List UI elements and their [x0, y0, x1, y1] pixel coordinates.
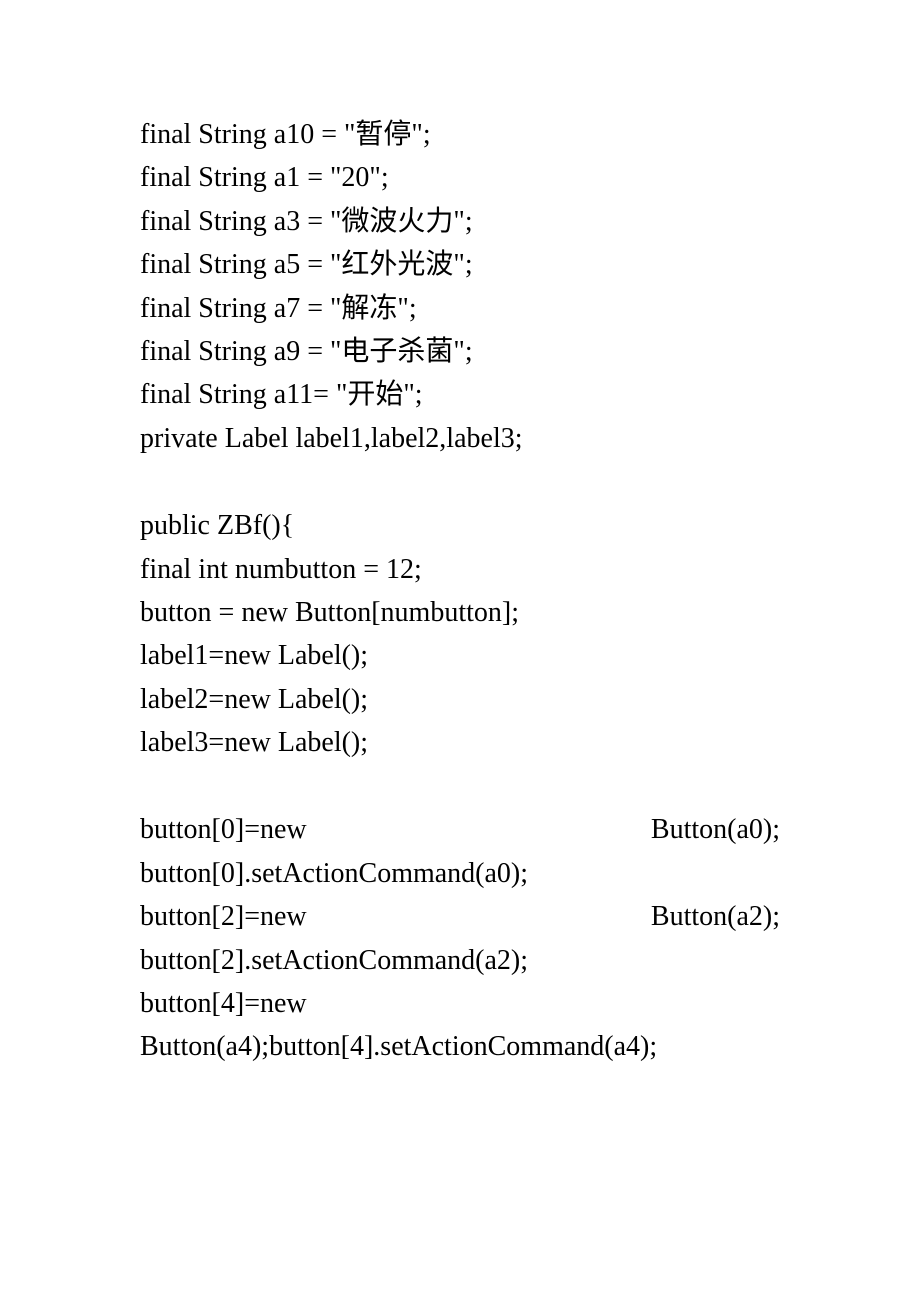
blank-line: [140, 460, 780, 504]
code-line: final String a5 = "红外光波";: [140, 243, 780, 286]
code-text: private Label label1,label2,label3;: [140, 423, 523, 454]
document-page: final String a10 = "暂停"; final String a1…: [0, 0, 920, 1302]
code-text-left: button[0]=new: [140, 814, 307, 845]
code-line: final String a3 = "微波火力";: [140, 200, 780, 243]
code-line: final String a11= "开始";: [140, 373, 780, 416]
code-text: button[4]=new: [140, 988, 307, 1019]
code-text-right: Button(a2);: [651, 901, 780, 932]
code-line: button[4]=new: [140, 982, 780, 1025]
code-line: button[2]=new Button(a2);: [140, 895, 780, 938]
code-line: final String a7 = "解冻";: [140, 287, 780, 330]
code-line: final String a10 = "暂停";: [140, 113, 780, 156]
code-line: label1=new Label();: [140, 634, 780, 677]
code-line: private Label label1,label2,label3;: [140, 417, 780, 460]
code-line: Button(a4);button[4].setActionCommand(a4…: [140, 1025, 780, 1068]
code-line: final String a9 = "电子杀菌";: [140, 330, 780, 373]
code-text: public ZBf(){: [140, 510, 294, 541]
code-line: button[0]=new Button(a0);: [140, 808, 780, 851]
code-line: final int numbutton = 12;: [140, 548, 780, 591]
code-line: button[2].setActionCommand(a2);: [140, 939, 780, 982]
code-line: button = new Button[numbutton];: [140, 591, 780, 634]
code-line: final String a1 = "20";: [140, 156, 780, 199]
blank-line: [140, 764, 780, 808]
code-line: label3=new Label();: [140, 721, 780, 764]
code-line: public ZBf(){: [140, 504, 780, 547]
code-line: label2=new Label();: [140, 678, 780, 721]
code-text-left: button[2]=new: [140, 901, 307, 932]
code-text-right: Button(a0);: [651, 814, 780, 845]
code-line: button[0].setActionCommand(a0);: [140, 852, 780, 895]
